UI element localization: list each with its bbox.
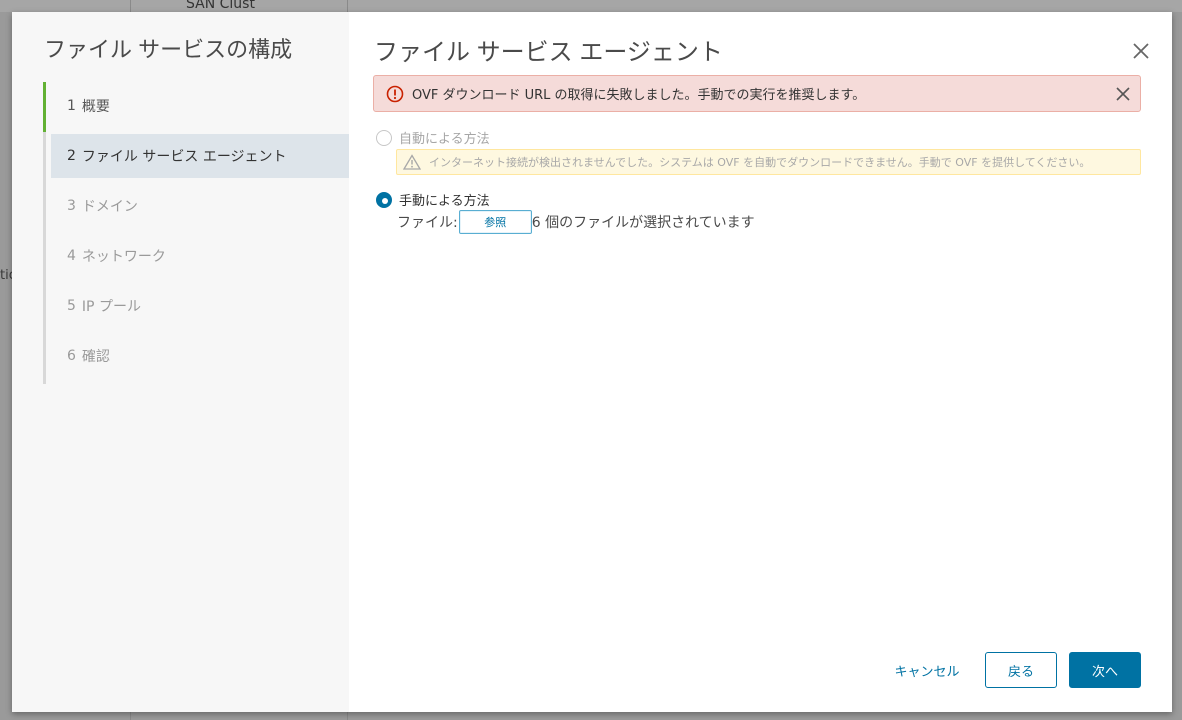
wizard-content: ファイル サービス エージェント OVF ダウンロード URL の取得に失敗しま… [349,12,1172,712]
step-label: ネットワーク [81,249,166,265]
auto-option-radio [376,129,392,146]
error-message: OVF ダウンロード URL の取得に失敗しました。手動での実行を推奨します。 [412,88,866,103]
auto-option-label: 自動による方法 [399,132,490,147]
step-network: 4 ネットワーク [51,234,349,278]
page-title: ファイル サービス エージェント [374,39,723,66]
manual-option-radio[interactable] [376,191,392,208]
step-label: 概要 [81,99,110,115]
step-number: 6 [67,348,76,364]
file-label: ファイル: [397,215,458,231]
manual-option[interactable]: 手動による方法 [376,190,490,209]
background-title-fragment: SAN Clust [186,0,255,12]
close-icon[interactable] [1114,85,1132,103]
configure-file-services-dialog: ファイル サービスの構成 1 概要 2 ファイル サービス エージェント 3 ド… [12,12,1172,712]
warning-message: インターネット接続が検出されませんでした。システムは OVF を自動でダウンロー… [429,156,1091,169]
cancel-button[interactable]: キャンセル [882,652,972,688]
wizard-title: ファイル サービスの構成 [44,37,293,62]
browse-button[interactable]: 参照 [458,210,532,234]
step-number: 2 [67,148,76,164]
manual-option-label: 手動による方法 [399,194,490,209]
step-number: 3 [67,198,76,214]
step-label: ファイル サービス エージェント [81,149,287,165]
step-review: 6 確認 [51,334,349,378]
error-circle-icon [386,85,404,102]
step-number: 5 [67,298,76,314]
next-button[interactable]: 次へ [1069,652,1141,688]
step-label: IP プール [81,299,141,315]
warning-triangle-icon [403,154,421,170]
auto-option: 自動による方法 [376,128,490,147]
back-button[interactable]: 戻る [985,652,1057,688]
step-ip-pool: 5 IP プール [51,284,349,328]
step-domain: 3 ドメイン [51,184,349,228]
wizard-nav: ファイル サービスの構成 1 概要 2 ファイル サービス エージェント 3 ド… [12,12,349,712]
step-number: 1 [67,98,76,114]
step-number: 4 [67,248,76,264]
file-status: 6 個のファイルが選択されています [531,215,755,231]
step-overview[interactable]: 1 概要 [43,82,349,132]
warning-alert: インターネット接続が検出されませんでした。システムは OVF を自動でダウンロー… [396,149,1141,175]
wizard-steps: 1 概要 2 ファイル サービス エージェント 3 ドメイン 4 ネットワーク … [43,82,349,384]
step-label: 確認 [81,349,110,365]
close-icon[interactable] [1130,40,1152,62]
step-file-service-agent[interactable]: 2 ファイル サービス エージェント [51,134,349,178]
step-label: ドメイン [81,199,138,215]
error-alert: OVF ダウンロード URL の取得に失敗しました。手動での実行を推奨します。 [373,75,1141,112]
file-select-row: ファイル: 参照 6 個のファイルが選択されています [397,210,755,234]
background-header [0,0,1182,12]
